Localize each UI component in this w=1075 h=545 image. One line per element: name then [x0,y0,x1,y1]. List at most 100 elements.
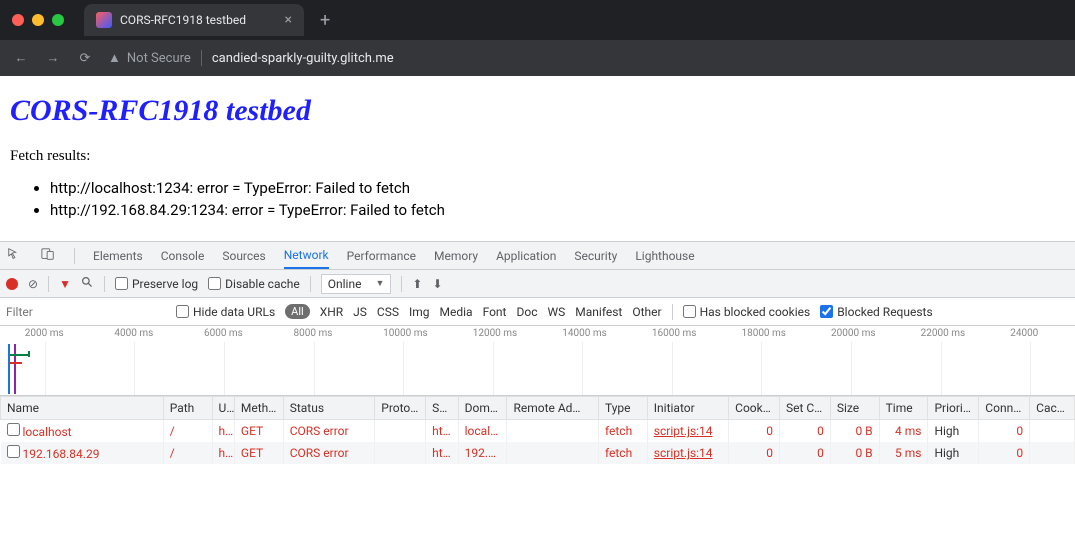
column-header[interactable]: Initiator [647,397,728,420]
filter-type-font[interactable]: Font [483,305,507,319]
cell-url: h… [212,442,234,464]
timeline-tick: 8000 ms [294,328,333,339]
column-header[interactable]: Cook… [729,397,780,420]
column-header[interactable]: Dom… [458,397,507,420]
hide-data-urls-checkbox[interactable]: Hide data URLs [176,305,275,319]
disable-cache-checkbox[interactable]: Disable cache [208,277,300,291]
separator [672,304,673,320]
column-header[interactable]: Meth… [234,397,283,420]
devtools-tabs: Elements Console Sources Network Performance… [0,242,1075,270]
devtools-tab-network[interactable]: Network [284,242,329,269]
network-filterbar: Hide data URLs All XHR JS CSS Img Media Font D… [0,298,1075,326]
cell-name: localhost [1,420,164,443]
timeline-tick: 24000 [1010,328,1038,339]
filter-type-other[interactable]: Other [632,305,661,319]
row-checkbox[interactable] [7,423,20,436]
window-maximize-button[interactable] [52,14,64,26]
devtools-panel: Elements Console Sources Network Performance… [0,241,1075,545]
filter-type-ws[interactable]: WS [547,305,565,319]
window-minimize-button[interactable] [32,14,44,26]
devtools-tab-elements[interactable]: Elements [93,243,143,269]
inspect-icon[interactable] [6,247,22,264]
timeline-tick: 22000 ms [921,328,966,339]
column-header[interactable]: Path [163,397,212,420]
column-header[interactable]: Name [1,397,164,420]
cell-status: CORS error [283,420,375,443]
address-bar[interactable]: ▲ Not Secure candied-sparkly-guilty.glit… [108,50,394,66]
filter-type-js[interactable]: JS [353,305,367,319]
search-icon[interactable] [81,276,94,292]
separator [401,276,402,292]
column-header[interactable]: Size [830,397,879,420]
blocked-requests-checkbox[interactable]: Blocked Requests [820,305,932,319]
clear-button[interactable]: ⊘ [28,277,38,291]
column-header[interactable]: U… [212,397,234,420]
filter-type-xhr[interactable]: XHR [320,305,343,319]
has-blocked-cookies-checkbox[interactable]: Has blocked cookies [683,305,811,319]
devtools-tab-console[interactable]: Console [161,243,205,269]
initiator-link[interactable]: script.js:14 [654,446,713,460]
browser-tab[interactable]: CORS-RFC1918 testbed × [84,4,304,36]
forward-button[interactable]: → [44,50,62,66]
result-list: http://localhost:1234: error = TypeError… [10,179,1065,219]
column-header[interactable]: Set C… [779,397,830,420]
not-secure-icon: ▲ [108,50,121,66]
network-timeline[interactable]: 2000 ms4000 ms6000 ms8000 ms10000 ms1200… [0,326,1075,396]
reload-button[interactable]: ⟳ [76,51,94,66]
devtools-tab-performance[interactable]: Performance [347,243,416,269]
cell-time: 4 ms [879,420,928,443]
column-header[interactable]: Time [879,397,928,420]
window-close-button[interactable] [12,14,24,26]
devtools-tab-lighthouse[interactable]: Lighthouse [635,243,694,269]
devtools-tab-security[interactable]: Security [574,243,617,269]
filter-all-pill[interactable]: All [285,304,310,319]
column-header[interactable]: Type [598,397,647,420]
new-tab-button[interactable]: + [312,6,338,35]
back-button[interactable]: ← [12,50,30,66]
initiator-link[interactable]: script.js:14 [654,424,713,438]
close-icon[interactable]: × [285,12,292,28]
record-button[interactable] [6,278,18,290]
table-header-row[interactable]: NamePathU…Meth…StatusProto…Sc…Dom…Remote… [1,397,1075,420]
cell-conn: 0 [979,442,1030,464]
filter-type-doc[interactable]: Doc [516,305,537,319]
filter-input[interactable] [6,305,166,319]
cell-initiator: script.js:14 [647,420,728,443]
filter-type-media[interactable]: Media [440,305,473,319]
download-har-icon[interactable]: ⬇ [432,277,442,291]
column-header[interactable]: Cac… [1030,397,1075,420]
devtools-tab-memory[interactable]: Memory [434,243,478,269]
timeline-tick: 14000 ms [562,328,607,339]
tab-favicon [96,12,112,28]
result-item: http://192.168.84.29:1234: error = TypeE… [50,201,1065,219]
table-row[interactable]: localhost/h…GETCORS errorhttplocal…fetch… [1,420,1075,443]
column-header[interactable]: Remote Ad… [507,397,599,420]
column-header[interactable]: Priority [928,397,979,420]
device-toggle-icon[interactable] [40,247,56,264]
cell-method: GET [234,420,283,443]
cell-cache [1030,420,1075,443]
column-header[interactable]: Proto… [375,397,426,420]
column-header[interactable]: Status [283,397,375,420]
preserve-log-checkbox[interactable]: Preserve log [115,277,198,291]
throttling-select[interactable]: Online ▼ [321,274,392,294]
upload-har-icon[interactable]: ⬆ [412,277,422,291]
filter-type-manifest[interactable]: Manifest [575,305,622,319]
column-header[interactable]: Conn… [979,397,1030,420]
cell-priority: High [928,442,979,464]
filter-type-img[interactable]: Img [409,305,430,319]
devtools-tab-sources[interactable]: Sources [222,243,265,269]
separator [104,276,105,292]
result-item: http://localhost:1234: error = TypeError… [50,179,1065,197]
column-header[interactable]: Sc… [426,397,459,420]
table-row[interactable]: 192.168.84.29/h…GETCORS errorhttp192.…fe… [1,442,1075,464]
row-checkbox[interactable] [7,445,20,458]
page-subtitle: Fetch results: [10,148,1065,165]
filter-type-css[interactable]: CSS [377,305,399,319]
filter-icon[interactable]: ▼ [59,277,71,291]
cell-time: 5 ms [879,442,928,464]
timeline-tick: 4000 ms [114,328,153,339]
security-label: Not Secure [127,51,191,66]
url-text: candied-sparkly-guilty.glitch.me [212,51,394,66]
devtools-tab-application[interactable]: Application [496,243,556,269]
